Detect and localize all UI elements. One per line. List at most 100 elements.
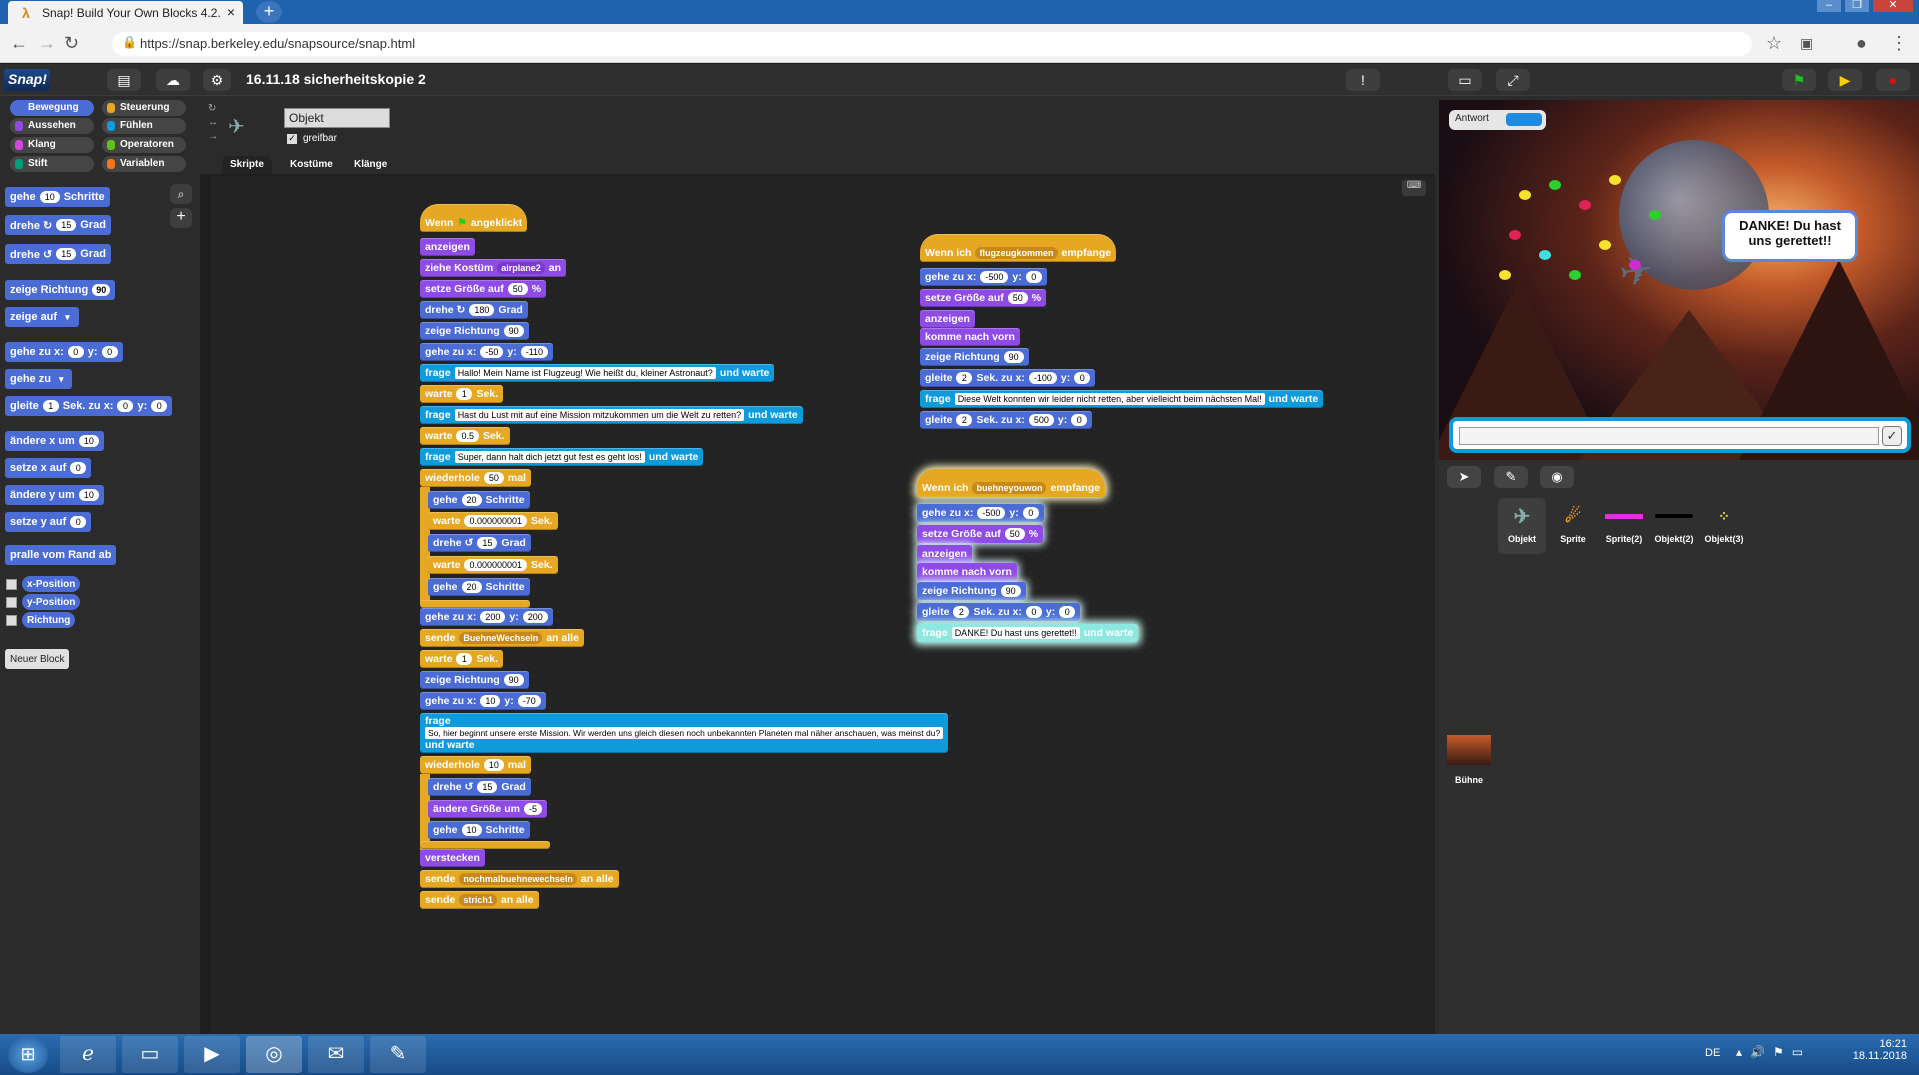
ask-answer-input[interactable] [1459,427,1879,445]
close-window-icon[interactable]: ✕ [1873,0,1913,12]
palette-point-direction-block[interactable]: zeige Richtung 90 [5,280,116,300]
wait-block[interactable]: warte 0.000000001 Sek. [428,556,558,574]
set-size-block[interactable]: setze Größe auf 50% [917,525,1044,543]
palette-turn-left-block[interactable]: drehe ↺ 15 Grad [5,244,111,264]
palette-change-x-block[interactable]: ändere x um 10 [5,431,104,451]
draggable-checkbox[interactable]: ✓ [287,134,297,144]
maximize-icon[interactable]: ❐ [1845,0,1869,12]
glide-block[interactable]: gleite 2 Sek. zu x: 0 y: 0 [917,603,1081,621]
tab-sounds[interactable]: Klänge [346,156,396,174]
stage-size-toggle-icon[interactable]: ! [1346,69,1380,91]
switch-costume-block[interactable]: ziehe Kostüm airplane2 an [420,259,567,277]
settings-gear-icon[interactable]: ⚙ [203,69,231,91]
extension-icon[interactable]: ▣ [1800,35,1813,52]
ask-block[interactable]: frage Hallo! Mein Name ist Flugzeug! Wie … [420,364,775,382]
ask-block[interactable]: frage Diese Welt konnten wir leider nicht… [920,390,1324,408]
presentation-mode-icon[interactable]: ⤢ [1496,69,1530,91]
category-variablen[interactable]: Variablen [102,156,186,172]
ask-block-running[interactable]: frage DANKE! Du hast uns gerettet!! und wa… [917,624,1139,642]
stage[interactable]: ✈ [1439,100,1919,460]
pause-icon[interactable]: ▶ [1828,69,1862,91]
category-aussehen[interactable]: Aussehen [10,118,94,134]
show-block[interactable]: anzeigen [917,545,972,563]
add-block-icon[interactable]: + [170,208,192,228]
palette-set-x-block[interactable]: setze x auf 0 [5,458,92,478]
tab-scripts[interactable]: Skripte [222,156,272,174]
sprite-sprite2[interactable]: Sprite(2) [1600,498,1648,554]
show-block[interactable]: anzeigen [420,238,475,256]
move-block[interactable]: gehe 10 Schritte [428,821,530,839]
hat-receive-block[interactable]: Wenn ich flugzeugkommen empfange [920,234,1117,262]
file-icon[interactable]: ▤ [107,69,141,91]
url-field[interactable]: 🔒 https://snap.berkeley.edu/snapsource/s… [112,32,1752,56]
palette-point-towards-block[interactable]: zeige auf ▾ [5,307,79,327]
close-tab-icon[interactable]: × [227,4,235,20]
goto-xy-block[interactable]: gehe zu x: -500 y: 0 [917,504,1044,522]
set-size-block[interactable]: setze Größe auf 50% [420,280,547,298]
hat-green-flag-block[interactable]: Wenn ⚑ angeklickt [420,204,528,232]
palette-goto-block[interactable]: gehe zu ▾ [5,369,73,389]
palette-turn-right-block[interactable]: drehe ↻ 15 Grad [5,215,111,235]
wait-block[interactable]: warte 1 Sek. [420,650,504,668]
green-flag-icon[interactable]: ⚑ [1782,69,1816,91]
scripting-area[interactable] [210,176,1435,1034]
move-block[interactable]: gehe 20 Schritte [428,491,530,509]
new-tab-button[interactable]: + [256,1,282,23]
palette-set-y-block[interactable]: setze y auf 0 [5,512,92,532]
go-to-front-block[interactable]: komme nach vorn [920,328,1020,346]
internet-explorer-icon[interactable]: ℯ [60,1036,116,1073]
category-stift[interactable]: Stift [10,156,94,172]
clock[interactable]: 16:21 18.11.2018 [1853,1038,1907,1062]
turn-left-block[interactable]: drehe ↺ 15 Grad [428,778,531,796]
glide-block[interactable]: gleite 2 Sek. zu x: -100 y: 0 [920,369,1096,387]
wait-block[interactable]: warte 0.000000001 Sek. [428,512,558,530]
wait-block[interactable]: warte 0.5 Sek. [420,427,510,445]
sprite-objekt[interactable]: ✈ Objekt [1498,498,1546,554]
snap-logo[interactable]: Snap! [4,69,50,91]
media-player-icon[interactable]: ▶ [184,1036,240,1073]
go-to-front-block[interactable]: komme nach vorn [917,563,1017,581]
palette-glide-block[interactable]: gleite 1 Sek. zu x: 0 y: 0 [5,396,173,416]
goto-xy-block[interactable]: gehe zu x: 10 y: -70 [420,692,546,710]
category-bewegung[interactable]: Bewegung [10,100,94,116]
paint-icon[interactable]: ✎ [370,1036,426,1073]
show-block[interactable]: anzeigen [920,310,975,328]
broadcast-block[interactable]: sende strich1 an alle [420,891,539,909]
category-fuehlen[interactable]: Fühlen [102,118,186,134]
repeat-block[interactable]: wiederhole 50 mal [420,469,531,487]
direction-reporter[interactable]: Richtung [22,612,76,628]
goto-xy-block[interactable]: gehe zu x: 200 y: 200 [420,608,553,626]
tab-costumes[interactable]: Kostüme [282,156,341,174]
tray-icons[interactable]: ▴🔊⚑▭ [1736,1045,1811,1059]
goto-xy-block[interactable]: gehe zu x: -500 y: 0 [920,268,1047,286]
turn-left-block[interactable]: drehe ↺ 15 Grad [428,534,531,552]
category-steuerung[interactable]: Steuerung [102,100,186,116]
account-icon[interactable]: ● [1856,33,1867,54]
ask-block[interactable]: frage Hast du Lust mit auf eine Mission m… [420,406,803,424]
point-direction-block[interactable]: zeige Richtung 90 [420,322,529,340]
palette-goto-xy-block[interactable]: gehe zu x: 0 y: 0 [5,342,123,362]
language-indicator[interactable]: DE [1705,1047,1720,1059]
back-icon[interactable]: ← [10,33,28,54]
browser-tab[interactable]: λ Snap! Build Your Own Blocks 4.2. × [8,1,243,24]
keyboard-entry-icon[interactable]: ⌨ [1402,180,1426,196]
forward-icon[interactable]: → [38,33,56,54]
broadcast-block[interactable]: sende nochmalbuehnewechseln an alle [420,870,619,888]
point-direction-block[interactable]: zeige Richtung 90 [420,671,529,689]
palette-change-y-block[interactable]: ändere y um 10 [5,485,104,505]
x-position-reporter[interactable]: x-Position [22,576,81,592]
file-explorer-icon[interactable]: ▭ [122,1036,178,1073]
wait-block[interactable]: warte 1 Sek. [420,385,504,403]
rotation-style-icons[interactable]: ↻ ↔ → [208,102,218,144]
ask-block[interactable]: frage Super, dann halt dich jetzt gut fes… [420,448,704,466]
palette-move-block[interactable]: gehe 10 Schritte [5,187,110,207]
outlook-icon[interactable]: ✉ [308,1036,364,1073]
reload-icon[interactable]: ↻ [64,33,79,54]
turn-block[interactable]: drehe ↻ 180 Grad [420,301,528,319]
cloud-icon[interactable]: ☁ [156,69,190,91]
change-size-block[interactable]: ändere Größe um -5 [428,800,547,818]
stage-corral-item[interactable]: Bühne [1447,735,1491,785]
ask-block-long[interactable]: frage So, hier beginnt unsere erste Missi… [420,713,949,753]
normal-stage-icon[interactable]: ▭ [1448,69,1482,91]
menu-icon[interactable]: ⋮ [1890,33,1908,54]
